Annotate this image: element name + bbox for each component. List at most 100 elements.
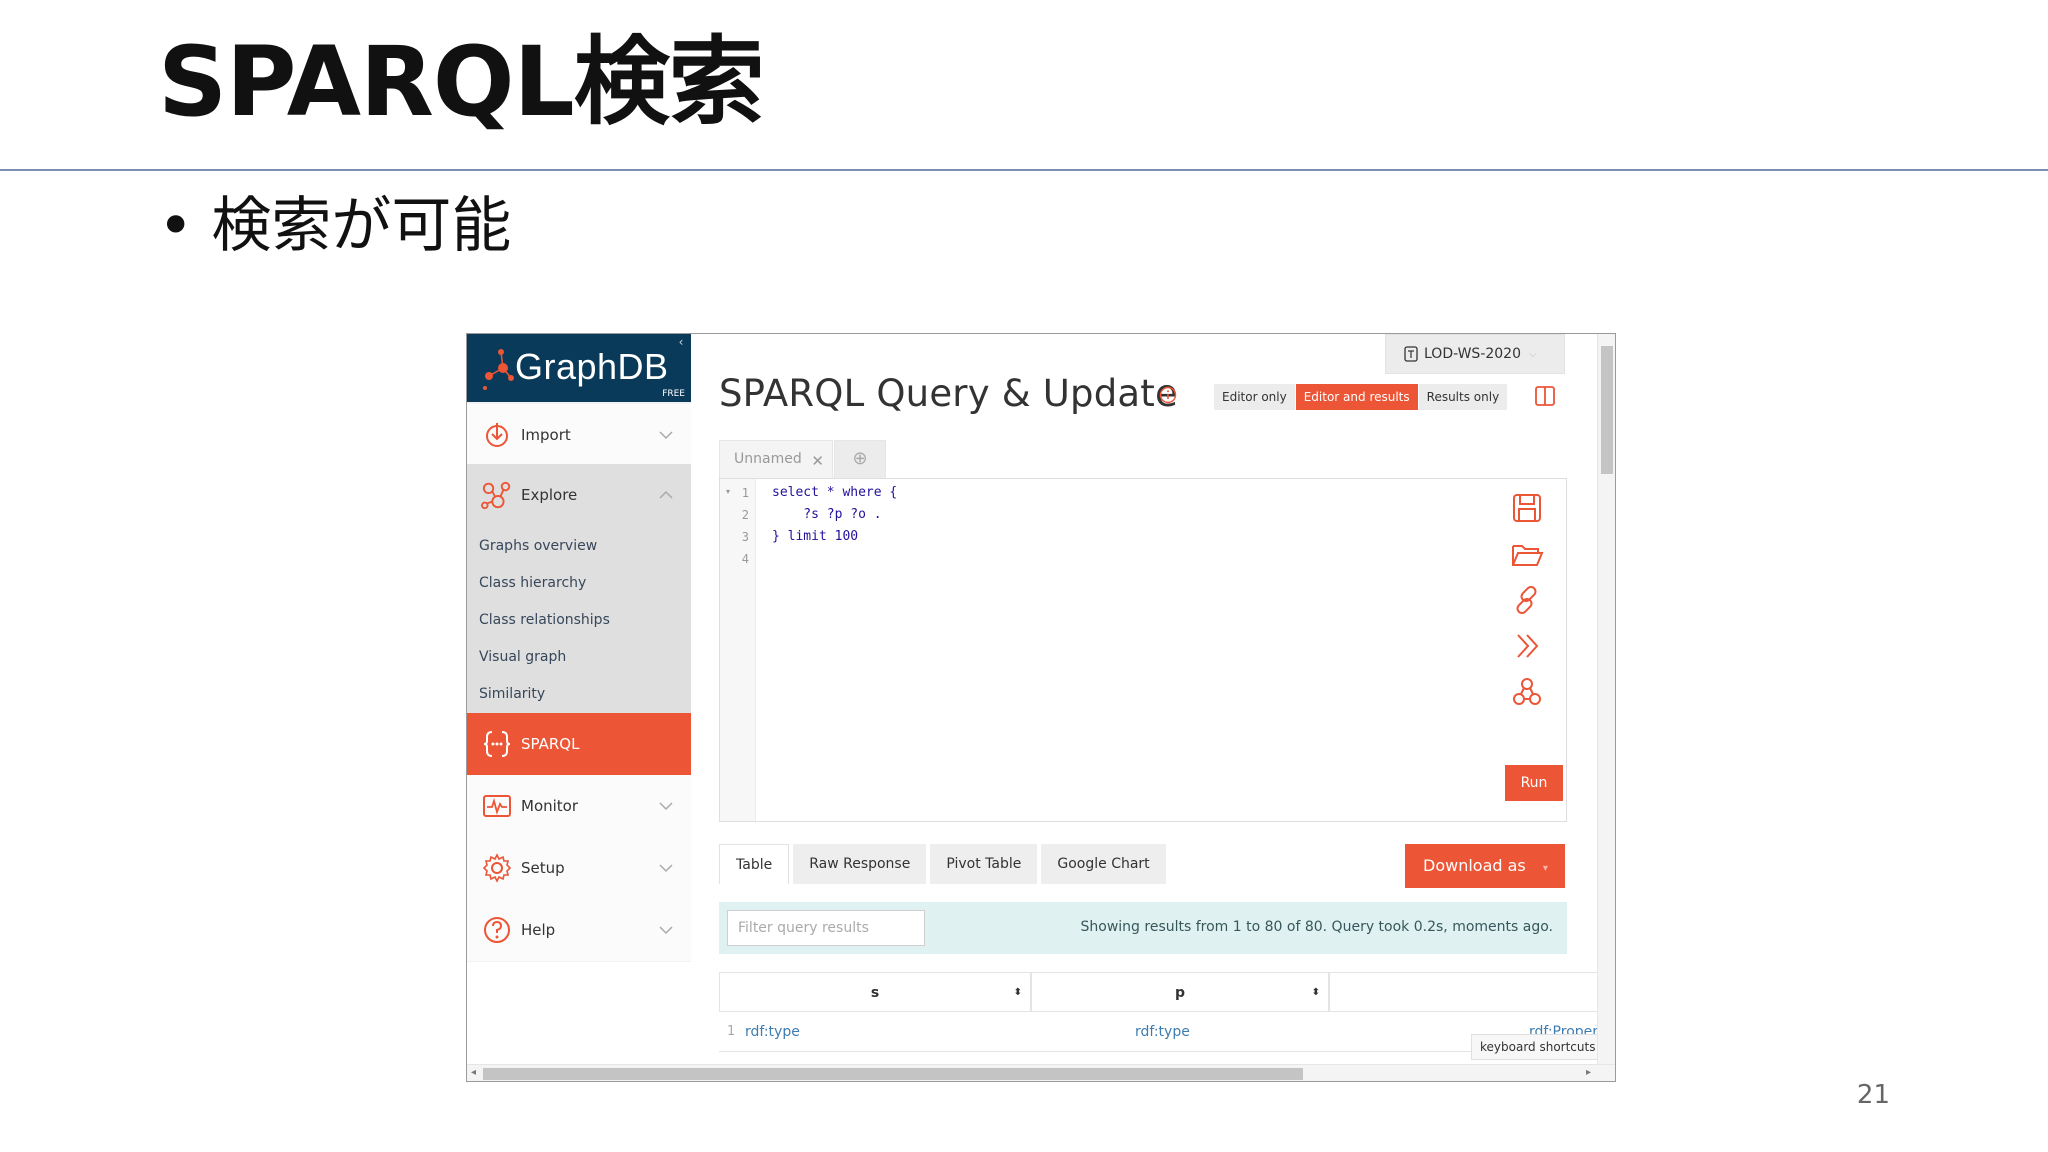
free-badge: FREE xyxy=(660,389,687,399)
graphdb-screenshot: GraphDB FREE ‹ Import Explore Graphs ove… xyxy=(466,333,1616,1082)
bullet-point: • 検索が可能 xyxy=(158,190,511,262)
download-as-button[interactable]: Download as ▾ xyxy=(1405,844,1565,888)
results-filter-bar: Filter query results Showing results fro… xyxy=(719,902,1567,954)
column-header-label: s xyxy=(870,985,880,1001)
save-icon[interactable] xyxy=(1510,491,1544,525)
sparql-braces-icon xyxy=(481,728,513,760)
sort-icon[interactable]: ⬍ xyxy=(1312,973,1320,1013)
column-header-s[interactable]: s ⬍ xyxy=(719,972,1031,1012)
code-line: ?s ?p ?o . xyxy=(772,507,882,522)
graph-nodes-icon[interactable] xyxy=(1510,675,1544,709)
folder-open-icon[interactable] xyxy=(1510,537,1544,571)
bullet-dot: • xyxy=(158,191,194,261)
column-header-o[interactable] xyxy=(1329,972,1599,1012)
plus-circle-icon: ⊕ xyxy=(852,448,868,469)
sidebar-item-monitor[interactable]: Monitor xyxy=(467,775,691,837)
page-number: 21 xyxy=(1856,1080,1890,1110)
code-line: select * where { xyxy=(772,485,898,500)
line-number: 2 xyxy=(741,508,749,522)
tab-google-chart[interactable]: Google Chart xyxy=(1041,844,1166,884)
title-divider xyxy=(0,169,2048,171)
monitor-icon xyxy=(481,790,513,822)
sidebar-item-label: SPARQL xyxy=(521,735,580,753)
sidebar-item-help[interactable]: Help xyxy=(467,899,691,961)
tab-pivot-table[interactable]: Pivot Table xyxy=(930,844,1038,884)
sidebar-item-label: Setup xyxy=(521,859,565,877)
sidebar-item-sparql[interactable]: SPARQL xyxy=(467,713,691,775)
repository-selector[interactable]: LOD-WS-2020 ⌵ xyxy=(1385,334,1565,374)
filter-results-input[interactable]: Filter query results xyxy=(727,910,925,946)
sidebar-collapse-button[interactable]: ‹ xyxy=(673,334,689,350)
keyboard-shortcuts-tooltip[interactable]: keyboard shortcuts xyxy=(1471,1034,1605,1060)
sidebar-item-explore[interactable]: Explore xyxy=(467,464,691,526)
results-summary: Showing results from 1 to 80 of 80. Quer… xyxy=(1080,919,1553,935)
view-results-only-button[interactable]: Results only xyxy=(1418,384,1509,410)
download-label: Download as xyxy=(1423,856,1526,875)
run-button[interactable]: Run xyxy=(1505,765,1563,801)
repository-name: LOD-WS-2020 xyxy=(1424,346,1521,362)
sidebar: GraphDB FREE ‹ Import Explore Graphs ove… xyxy=(467,334,691,962)
sidebar-item-import[interactable]: Import xyxy=(467,404,691,466)
slide-title: SPARQL検索 xyxy=(158,26,765,138)
graphdb-logo-icon xyxy=(483,349,514,390)
sidebar-item-label: Explore xyxy=(521,486,578,504)
add-tab-button[interactable]: ⊕ xyxy=(834,440,886,478)
view-editor-only-button[interactable]: Editor only xyxy=(1214,384,1296,410)
code-line: } limit 100 xyxy=(772,529,859,544)
scroll-right-icon[interactable]: ▸ xyxy=(1586,1067,1591,1078)
chevron-up-icon xyxy=(659,490,673,499)
cell-link[interactable]: rdf:type xyxy=(1135,1024,1190,1040)
chevron-down-icon xyxy=(659,926,673,935)
result-tabs: Table Raw Response Pivot Table Google Ch… xyxy=(719,844,1170,884)
scrollbar-thumb[interactable] xyxy=(483,1068,1303,1080)
view-mode-toggle: Editor only Editor and results Results o… xyxy=(1214,384,1509,410)
table-row: 1 rdf:type rdf:type rdf:Property xyxy=(719,1012,1612,1052)
explore-submenu: Graphs overview Class hierarchy Class re… xyxy=(467,526,691,713)
logo-text: GraphDB xyxy=(515,346,669,387)
sidebar-item-label: Help xyxy=(521,921,556,939)
view-editor-and-results-button[interactable]: Editor and results xyxy=(1295,384,1419,410)
chevron-down-icon xyxy=(659,864,673,873)
info-icon[interactable] xyxy=(1159,386,1177,404)
gear-icon xyxy=(481,852,513,884)
vertical-scrollbar[interactable] xyxy=(1597,334,1615,1064)
query-tab-label: Unnamed xyxy=(734,451,802,467)
column-header-label: p xyxy=(1174,985,1186,1001)
chevron-down-icon xyxy=(659,802,673,811)
line-number: 1 xyxy=(741,486,749,500)
logo-bar[interactable]: GraphDB FREE ‹ xyxy=(467,334,691,402)
submenu-visual-graph[interactable]: Visual graph xyxy=(479,649,566,665)
help-icon xyxy=(481,914,513,946)
cell-link[interactable]: rdf:type xyxy=(745,1024,800,1040)
line-number: 4 xyxy=(741,552,749,566)
chevron-down-icon: ⌵ xyxy=(1529,348,1537,360)
tab-table[interactable]: Table xyxy=(719,844,790,884)
sidebar-item-label: Import xyxy=(521,426,571,444)
submenu-class-hierarchy[interactable]: Class hierarchy xyxy=(479,575,586,591)
chevron-down-icon xyxy=(659,431,673,440)
line-number-gutter: ▾ 1 2 3 4 xyxy=(720,479,756,821)
results-table: s ⬍ p ⬍ 1 rdf:type rdf:type rdf:Property xyxy=(719,972,1612,1052)
sidebar-item-setup[interactable]: Setup xyxy=(467,837,691,899)
explore-icon xyxy=(481,479,513,511)
submenu-class-relationships[interactable]: Class relationships xyxy=(479,612,610,628)
line-number: 3 xyxy=(741,530,749,544)
column-header-p[interactable]: p ⬍ xyxy=(1031,972,1329,1012)
row-number: 1 xyxy=(727,1024,736,1039)
sort-icon[interactable]: ⬍ xyxy=(1014,973,1022,1013)
double-chevron-right-icon[interactable] xyxy=(1510,629,1544,663)
database-icon xyxy=(1404,346,1418,362)
fold-arrow-icon[interactable]: ▾ xyxy=(726,487,730,496)
bullet-text: 検索が可能 xyxy=(211,191,512,261)
query-tab-unnamed[interactable]: Unnamed ✕ xyxy=(719,440,833,478)
link-icon[interactable] xyxy=(1510,583,1544,617)
split-layout-icon[interactable] xyxy=(1533,384,1557,408)
submenu-graphs-overview[interactable]: Graphs overview xyxy=(479,538,597,554)
submenu-similarity[interactable]: Similarity xyxy=(479,686,545,702)
scroll-left-icon[interactable]: ◂ xyxy=(471,1067,476,1078)
close-icon[interactable]: ✕ xyxy=(811,452,824,470)
scrollbar-thumb[interactable] xyxy=(1601,346,1613,474)
query-editor[interactable]: ▾ 1 2 3 4 select * where { ?s ?p ?o . } … xyxy=(719,478,1567,822)
tab-raw-response[interactable]: Raw Response xyxy=(793,844,927,884)
horizontal-scrollbar[interactable]: ◂ ▸ xyxy=(467,1064,1615,1081)
